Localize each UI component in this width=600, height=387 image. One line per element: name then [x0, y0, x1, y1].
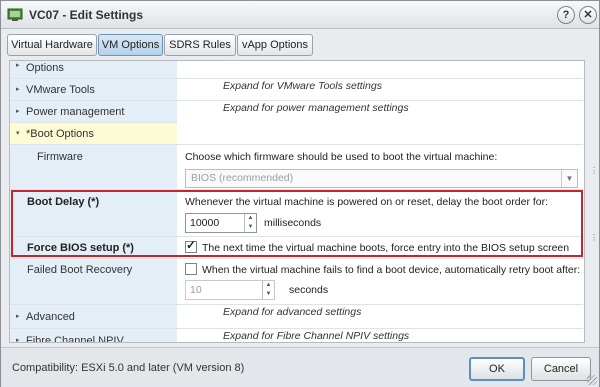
row-firmware: Firmware Choose which firmware should be… — [10, 144, 583, 189]
firmware-label: Firmware — [37, 151, 83, 163]
tab-vapp-options[interactable]: vApp Options — [237, 34, 313, 56]
help-icon[interactable]: ? — [557, 6, 575, 24]
section-label: Options — [26, 62, 64, 74]
row-failed-boot-recovery: Failed Boot Recovery When the virtual ma… — [10, 258, 583, 304]
splitter-grip-icon[interactable]: ⋮ — [590, 233, 598, 242]
tab-virtual-hardware[interactable]: Virtual Hardware — [7, 34, 97, 56]
cancel-button[interactable]: Cancel — [531, 357, 591, 381]
section-label: Advanced — [26, 311, 75, 323]
stepper-down-icon[interactable]: ▼ — [263, 290, 274, 299]
chevron-down-icon: ▼ — [561, 170, 577, 187]
section-vmware-tools[interactable]: ▸ VMware Tools Expand for VMware Tools s… — [10, 78, 583, 100]
failed-boot-retry-value: 10 — [190, 284, 202, 296]
expand-arrow-icon: ▸ — [16, 86, 20, 93]
firmware-dropdown[interactable]: BIOS (recommended) ▼ — [185, 169, 578, 188]
section-advanced[interactable]: ▸ Advanced Expand for advanced settings — [10, 304, 583, 328]
section-boot-options[interactable]: ▾ *Boot Options — [10, 122, 177, 144]
failed-boot-label: Failed Boot Recovery — [27, 264, 133, 276]
section-label: *Boot Options — [26, 128, 94, 140]
resize-grip-icon[interactable] — [587, 375, 597, 385]
section-options[interactable]: ▸ Options — [10, 61, 583, 78]
close-icon[interactable]: ✕ — [579, 6, 597, 24]
section-power-management[interactable]: ▸ Power management Expand for power mana… — [10, 100, 583, 122]
section-description: Expand for VMware Tools settings — [223, 80, 382, 92]
failed-boot-checkbox[interactable] — [185, 263, 197, 275]
section-fibre-channel-npiv[interactable]: ▸ Fibre Channel NPIV Expand for Fibre Ch… — [10, 328, 583, 343]
section-label: Fibre Channel NPIV — [26, 335, 124, 343]
edit-settings-dialog: VC07 - Edit Settings ? ✕ Virtual Hardwar… — [0, 0, 600, 387]
vm-icon — [7, 8, 23, 21]
failed-boot-retry-input[interactable]: 10 ▲ ▼ — [185, 280, 275, 300]
expand-arrow-icon: ▸ — [16, 337, 20, 343]
failed-boot-stepper[interactable]: ▲ ▼ — [262, 281, 274, 299]
title-bar: VC07 - Edit Settings ? ✕ — [1, 1, 599, 29]
collapse-arrow-icon: ▾ — [16, 130, 20, 137]
splitter-grip-icon[interactable]: ⋮ — [590, 166, 598, 175]
section-description: Expand for advanced settings — [223, 306, 362, 318]
tab-vm-options[interactable]: VM Options — [98, 34, 163, 56]
dialog-footer: Compatibility: ESXi 5.0 and later (VM ve… — [1, 347, 599, 387]
firmware-description: Choose which firmware should be used to … — [185, 151, 498, 163]
failed-boot-unit: seconds — [289, 284, 329, 296]
dialog-title: VC07 - Edit Settings — [29, 8, 144, 22]
failed-boot-description: When the virtual machine fails to find a… — [202, 264, 581, 276]
section-label: VMware Tools — [26, 84, 95, 96]
vertical-scrollbar[interactable]: ▲ ▼ — [584, 61, 585, 342]
section-description: Expand for Fibre Channel NPIV settings — [223, 330, 410, 342]
section-description: Expand for power management settings — [223, 102, 409, 114]
highlight-box — [11, 190, 583, 257]
compatibility-text: Compatibility: ESXi 5.0 and later (VM ve… — [12, 362, 245, 374]
expand-arrow-icon: ▸ — [16, 62, 20, 69]
expand-arrow-icon: ▸ — [16, 108, 20, 115]
expand-arrow-icon: ▸ — [16, 313, 20, 320]
firmware-selected-value: BIOS (recommended) — [191, 172, 294, 184]
section-label: Power management — [26, 106, 125, 118]
ok-button[interactable]: OK — [469, 357, 525, 381]
tab-sdrs-rules[interactable]: SDRS Rules — [164, 34, 236, 56]
stepper-up-icon[interactable]: ▲ — [263, 281, 274, 290]
